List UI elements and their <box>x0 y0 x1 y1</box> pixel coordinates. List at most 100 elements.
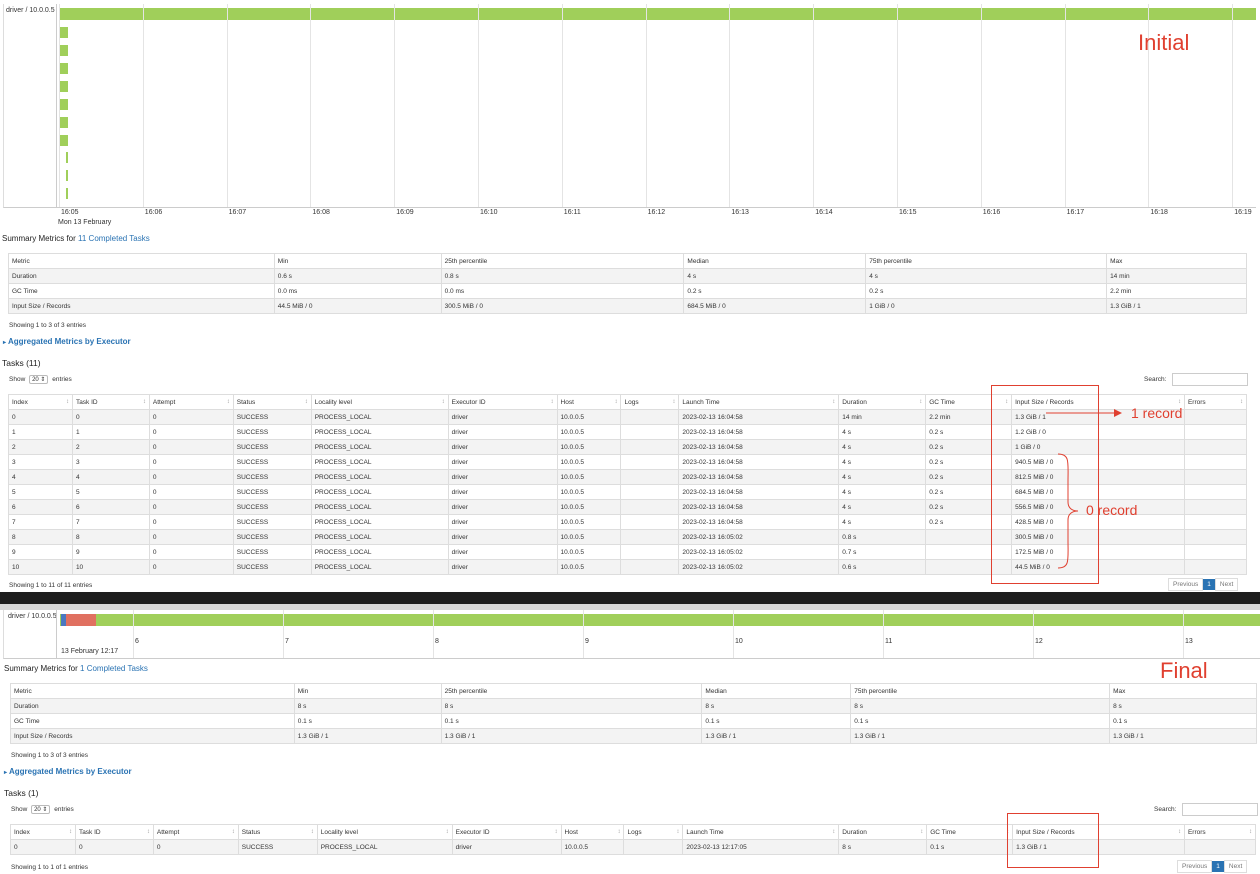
table-cell: 0.6 s <box>273 268 442 284</box>
tasks-showing: Showing 1 to 1 of 1 entries <box>11 864 88 871</box>
table-cell: 0 <box>148 439 234 455</box>
column-header[interactable]: Executor ID <box>447 394 558 410</box>
column-header[interactable]: Status <box>232 394 312 410</box>
executor-bar <box>60 8 1256 20</box>
table-cell: 4 s <box>683 268 867 284</box>
table-cell: 0.1 s <box>440 713 703 729</box>
table-cell: 4 s <box>865 268 1108 284</box>
table-cell: SUCCESS <box>232 469 312 485</box>
table-cell <box>1183 559 1248 575</box>
table-cell: 0.0 ms <box>440 283 685 299</box>
table-cell: 6 <box>8 499 73 515</box>
table-cell: 4 s <box>838 484 927 500</box>
column-header[interactable]: Logs <box>620 394 680 410</box>
table-cell <box>620 469 680 485</box>
gridline <box>1183 610 1184 658</box>
table-cell: 8 s <box>1109 698 1257 714</box>
table-cell: PROCESS_LOCAL <box>310 439 449 455</box>
column-header[interactable]: Attempt <box>148 394 234 410</box>
summary-table: Metric Min 25th percentile Median 75th perce… <box>10 683 1257 744</box>
column-header[interactable]: Task ID <box>71 394 150 410</box>
table-cell: 2023-02-13 16:04:58 <box>678 514 840 530</box>
search-input[interactable] <box>1182 803 1258 816</box>
time-tick-label: 16:07 <box>228 209 247 216</box>
initial-panel: driver / 10.0.0.5 16:05 16:06 16:07 16:08 16… <box>0 0 1260 592</box>
table-cell: 1.3 GiB / 1 <box>1109 728 1257 744</box>
aggregated-metrics-link[interactable]: ▸ Aggregated Metrics by Executor <box>4 767 132 776</box>
column-header[interactable]: Launch Time <box>678 394 840 410</box>
time-tick-label: 12 <box>1035 638 1043 645</box>
column-header[interactable]: Locality level <box>310 394 449 410</box>
table-cell: driver <box>447 469 558 485</box>
summary-showing: Showing 1 to 3 of 3 entries <box>11 752 88 759</box>
column-header[interactable]: Index <box>10 824 76 840</box>
page-length-select[interactable]: 20 ⇕ <box>31 805 51 814</box>
gridline <box>226 4 228 207</box>
search-input[interactable] <box>1172 373 1248 386</box>
task-bar <box>60 135 68 146</box>
column-header[interactable]: Launch Time <box>682 824 840 840</box>
column-header[interactable]: Host <box>556 394 622 410</box>
table-cell: 0 <box>148 424 234 440</box>
summary-showing: Showing 1 to 3 of 3 entries <box>9 322 86 329</box>
completed-tasks-link[interactable]: 1 Completed Tasks <box>80 664 148 673</box>
gridline <box>478 4 479 207</box>
pagination: Previous 1 Next <box>1177 860 1248 873</box>
previous-button[interactable]: Previous <box>1168 578 1204 591</box>
table-cell: Input Size / Records <box>8 298 275 314</box>
date-label: Mon 13 February <box>58 219 112 226</box>
page-length-select[interactable]: 20 ⇕ <box>29 375 49 384</box>
column-header[interactable]: GC Time <box>926 824 1014 840</box>
time-tick-label: 16:18 <box>1150 209 1168 216</box>
pagination: Previous 1 Next <box>1168 578 1239 591</box>
table-cell: 10.0.0.5 <box>556 529 622 545</box>
column-header[interactable]: Status <box>237 824 318 840</box>
column-header[interactable]: Locality level <box>316 824 453 840</box>
previous-button[interactable]: Previous <box>1177 860 1213 873</box>
column-header[interactable]: Duration <box>838 394 927 410</box>
gridline <box>394 4 396 207</box>
column-header[interactable]: Executor ID <box>451 824 562 840</box>
task-bar <box>66 188 68 199</box>
page-1-button[interactable]: 1 <box>1203 579 1215 590</box>
time-tick-label: 16:05 <box>61 209 79 216</box>
table-cell: 2023-02-13 16:05:02 <box>678 544 840 560</box>
time-tick-label: 16:16 <box>982 209 1001 216</box>
column-header[interactable]: Errors <box>1183 824 1257 840</box>
table-cell: 10.0.0.5 <box>556 544 622 560</box>
aggregated-metrics-link[interactable]: ▸ Aggregated Metrics by Executor <box>3 337 131 346</box>
next-button[interactable]: Next <box>1214 578 1239 591</box>
table-cell: 2023-02-13 12:17:05 <box>682 839 840 855</box>
column-header[interactable]: Duration <box>838 824 928 840</box>
table-cell: driver <box>447 559 558 575</box>
table-cell <box>1183 484 1248 500</box>
table-row: Duration 0.6 s 0.8 s4 s4 s 14 min <box>8 268 1247 284</box>
gridline <box>729 4 731 207</box>
task-bar <box>60 117 68 128</box>
tasks-title: Tasks (1) <box>4 788 39 798</box>
table-cell: driver <box>447 484 558 500</box>
table-cell: SUCCESS <box>232 559 312 575</box>
tasks-title: Tasks (11) <box>2 358 41 368</box>
column-header[interactable]: Logs <box>623 824 684 840</box>
table-cell: 0.1 s <box>1109 713 1257 729</box>
event-timeline: driver / 10.0.0.5 <box>3 610 1260 659</box>
final-panel: driver / 10.0.0.5 6 7 8 9 10 11 12 13 13 Februa… <box>0 610 1260 874</box>
column-header[interactable]: Task ID <box>74 824 154 840</box>
table-cell: SUCCESS <box>232 544 312 560</box>
curly-brace-icon <box>1057 453 1079 569</box>
tasks-showing: Showing 1 to 11 of 11 entries <box>9 582 93 589</box>
page-1-button[interactable]: 1 <box>1212 861 1224 872</box>
column-header[interactable]: Index <box>8 394 73 410</box>
table-cell: 4 s <box>838 499 927 515</box>
next-button[interactable]: Next <box>1223 860 1248 873</box>
column-header[interactable]: Attempt <box>152 824 239 840</box>
column-header: Metric <box>8 253 275 269</box>
column-header[interactable]: Host <box>560 824 625 840</box>
column-header[interactable]: Errors <box>1183 394 1248 410</box>
completed-tasks-link[interactable]: 11 Completed Tasks <box>78 234 150 243</box>
table-cell: 8 s <box>293 698 442 714</box>
table-cell: 1.3 GiB / 1 <box>440 728 703 744</box>
table-cell: 4 s <box>838 454 927 470</box>
table-cell: 0 <box>148 484 234 500</box>
